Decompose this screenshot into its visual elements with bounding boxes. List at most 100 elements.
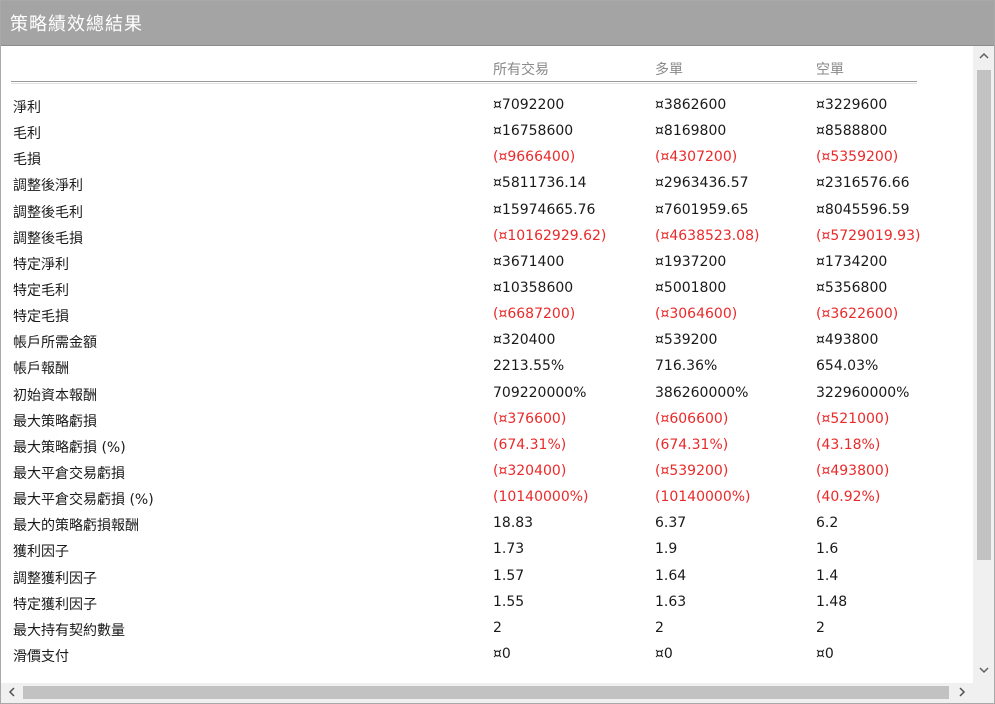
performance-summary-window: 策略績效總結果 所有交易 多單 空單 淨利 ¤7092200 ¤3862600 ¤32… <box>0 0 995 704</box>
value-short: 322960000% <box>816 384 910 401</box>
table-row: 毛利 ¤16758600 ¤8169800 ¤8588800 <box>1 120 973 146</box>
value-short: (¤5359200) <box>816 149 899 166</box>
value-short: (40.92%) <box>816 489 881 506</box>
value-long: 1.63 <box>655 593 687 610</box>
value-all-trades: (¤320400) <box>493 462 567 479</box>
value-short: 654.03% <box>816 358 879 375</box>
metric-label: 毛損 <box>13 152 41 169</box>
metric-label: 調整後淨利 <box>13 178 83 195</box>
value-long: (¤539200) <box>655 462 729 479</box>
column-header-long: 多單 <box>655 62 683 78</box>
chevron-up-icon[interactable] <box>978 52 990 62</box>
value-short: ¤493800 <box>816 332 879 349</box>
metric-label: 調整後毛損 <box>13 230 83 247</box>
value-all-trades: ¤16758600 <box>493 123 574 140</box>
table-row: 淨利 ¤7092200 ¤3862600 ¤3229600 <box>1 94 973 120</box>
metric-label: 特定毛損 <box>13 309 69 326</box>
table-row: 毛損 (¤9666400) (¤4307200) (¤5359200) <box>1 146 973 172</box>
value-long: ¤7601959.65 <box>655 201 749 218</box>
value-all-trades: ¤15974665.76 <box>493 201 596 218</box>
table-row: 最大策略虧損 (%) (674.31%) (674.31%) (43.18%) <box>1 434 973 460</box>
table-row: 調整後毛損 (¤10162929.62) (¤4638523.08) (¤572901… <box>1 225 973 251</box>
value-all-trades: (674.31%) <box>493 436 567 453</box>
value-long: ¤1937200 <box>655 253 727 270</box>
value-long: 1.64 <box>655 567 687 584</box>
metric-label: 特定毛利 <box>13 282 69 299</box>
metric-label: 特定淨利 <box>13 256 69 273</box>
value-short: 1.4 <box>816 567 839 584</box>
table-row: 最大平倉交易虧損 (¤320400) (¤539200) (¤493800) <box>1 460 973 486</box>
chevron-down-icon[interactable] <box>978 666 990 676</box>
metric-label: 滑價支付 <box>13 648 69 665</box>
table-row: 最大的策略虧損報酬 18.83 6.37 6.2 <box>1 512 973 538</box>
table-row: 調整後毛利 ¤15974665.76 ¤7601959.65 ¤8045596.59 <box>1 199 973 225</box>
value-long: 6.37 <box>655 515 687 532</box>
table-row: 最大策略虧損 (¤376600) (¤606600) (¤521000) <box>1 408 973 434</box>
horizontal-scrollbar[interactable] <box>1 683 973 703</box>
table-row: 初始資本報酬 709220000% 386260000% 322960000% <box>1 382 973 408</box>
chevron-left-icon[interactable] <box>5 686 19 700</box>
value-long: 1.9 <box>655 541 678 558</box>
value-short: ¤0 <box>816 645 834 662</box>
value-long: ¤5001800 <box>655 279 727 296</box>
chevron-right-icon[interactable] <box>955 686 969 700</box>
metric-label: 最大平倉交易虧損 <box>13 465 125 482</box>
metric-label: 最大持有契約數量 <box>13 622 125 639</box>
value-all-trades: ¤3671400 <box>493 253 565 270</box>
header-divider-shadow <box>11 83 917 84</box>
value-short: ¤3229600 <box>816 97 888 113</box>
metric-label: 調整獲利因子 <box>13 570 97 587</box>
vertical-scrollbar[interactable] <box>973 46 994 683</box>
value-short: ¤8045596.59 <box>816 201 910 218</box>
value-long: ¤539200 <box>655 332 718 349</box>
window-title: 策略績效總結果 <box>10 14 143 35</box>
value-all-trades: ¤5811736.14 <box>493 175 587 192</box>
value-long: (10140000%) <box>655 489 751 506</box>
table-row: 調整獲利因子 1.57 1.64 1.4 <box>1 565 973 591</box>
metric-label: 調整後毛利 <box>13 204 83 221</box>
table-row: 特定淨利 ¤3671400 ¤1937200 ¤1734200 <box>1 251 973 277</box>
value-short: ¤8588800 <box>816 123 888 140</box>
value-short: 1.6 <box>816 541 839 558</box>
value-all-trades: ¤320400 <box>493 332 556 349</box>
value-all-trades: 2 <box>493 619 502 636</box>
value-short: 6.2 <box>816 515 839 532</box>
value-all-trades: ¤7092200 <box>493 97 565 113</box>
metric-label: 最大策略虧損 (%) <box>13 439 126 456</box>
column-header-short: 空單 <box>816 62 844 78</box>
table-row: 特定獲利因子 1.55 1.63 1.48 <box>1 591 973 617</box>
value-short: (¤3622600) <box>816 306 899 323</box>
table-row: 調整後淨利 ¤5811736.14 ¤2963436.57 ¤2316576.66 <box>1 172 973 198</box>
column-header-all-trades: 所有交易 <box>493 62 549 78</box>
value-all-trades: 1.55 <box>493 593 525 610</box>
value-long: ¤3862600 <box>655 97 727 113</box>
value-long: (¤606600) <box>655 410 729 427</box>
value-all-trades: (¤376600) <box>493 410 567 427</box>
value-all-trades: (¤10162929.62) <box>493 227 607 244</box>
value-all-trades: 1.73 <box>493 541 525 558</box>
value-long: 716.36% <box>655 358 718 375</box>
table-row: 最大平倉交易虧損 (%) (10140000%) (10140000%) (40.92… <box>1 486 973 512</box>
value-short: (¤493800) <box>816 462 890 479</box>
metric-label: 特定獲利因子 <box>13 596 97 613</box>
scrollbar-corner <box>973 683 994 703</box>
metric-label: 最大平倉交易虧損 (%) <box>13 492 154 509</box>
value-long: (¤4307200) <box>655 149 738 166</box>
value-long: 2 <box>655 619 664 636</box>
value-all-trades: ¤0 <box>493 645 511 662</box>
horizontal-scroll-thumb[interactable] <box>23 686 949 699</box>
value-long: ¤2963436.57 <box>655 175 749 192</box>
value-all-trades: (¤6687200) <box>493 306 576 323</box>
value-short: (43.18%) <box>816 436 881 453</box>
vertical-scroll-thumb[interactable] <box>977 70 991 560</box>
value-short: ¤1734200 <box>816 253 888 270</box>
metric-label: 最大策略虧損 <box>13 413 97 430</box>
metrics-table: 淨利 ¤7092200 ¤3862600 ¤3229600 毛利 ¤16758600 ¤81… <box>1 94 973 669</box>
titlebar: 策略績效總結果 <box>1 1 994 46</box>
metric-label: 初始資本報酬 <box>13 387 97 404</box>
value-short: (¤521000) <box>816 410 890 427</box>
value-short: ¤2316576.66 <box>816 175 910 192</box>
value-short: (¤5729019.93) <box>816 227 921 244</box>
report-content[interactable]: 所有交易 多單 空單 淨利 ¤7092200 ¤3862600 ¤3229600 毛利 ¤… <box>1 46 973 683</box>
value-all-trades: 2213.55% <box>493 358 565 375</box>
